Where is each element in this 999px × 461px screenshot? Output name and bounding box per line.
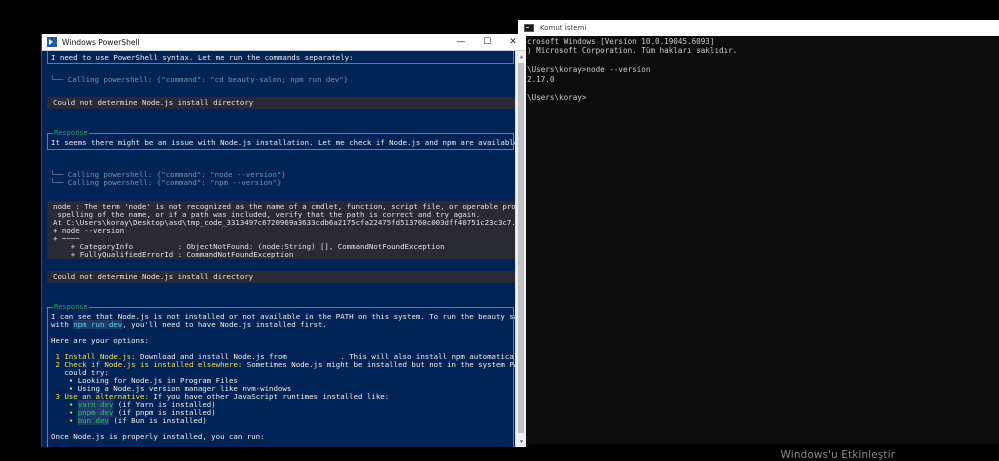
- cmd-line: ) Microsoft Corporation. Tüm hakları sak…: [527, 46, 738, 56]
- close-button[interactable]: ✕: [500, 34, 526, 51]
- vertical-scrollbar[interactable]: ▲ ▼: [515, 51, 526, 447]
- error-output: node : The term 'node' is not recognized…: [47, 201, 516, 259]
- cmd-app-icon: [524, 24, 534, 32]
- window-controls: — ☐ ✕: [448, 34, 526, 51]
- cmd-line: [527, 84, 999, 93]
- powershell-titlebar[interactable]: Windows PowerShell — ☐ ✕: [42, 34, 526, 51]
- tool-call-line: └── Calling powershell: {"command": "cd …: [50, 75, 349, 84]
- option-text: Sometimes Node.js might be installed but…: [246, 360, 516, 369]
- minimize-button[interactable]: —: [448, 34, 474, 51]
- cmd-title: Komut İstemi: [540, 24, 587, 32]
- scroll-up-icon[interactable]: ▲: [516, 51, 527, 62]
- bullet-item: • bun dev (if Bun is installed): [48, 416, 513, 425]
- maximize-button[interactable]: ☐: [474, 34, 500, 51]
- response-label: Response: [53, 129, 89, 137]
- cmd-console[interactable]: crosoft Windows [Version 10.0.19045.6093…: [518, 36, 999, 103]
- cmd-line: 2.17.0: [527, 74, 555, 84]
- inline-code: bun dev: [77, 416, 109, 425]
- error-text: Could not determine Node.js install dire…: [53, 98, 254, 107]
- inline-code: npm run dev: [73, 320, 123, 329]
- response-box: Response It seems there might be an issu…: [47, 129, 516, 150]
- cmd-line: [527, 56, 999, 65]
- response-text: It seems there might be an issue with No…: [51, 138, 516, 147]
- response-box: Response I can see that Node.js is not i…: [47, 303, 516, 447]
- error-line: + FullyQualifiedErrorId : CommandNotFoun…: [53, 250, 294, 259]
- response-line: with npm run dev, you'll need to have No…: [48, 320, 513, 329]
- scrollbar-thumb[interactable]: [518, 63, 524, 433]
- cmd-line: crosoft Windows [Version 10.0.19045.6093…: [527, 37, 715, 46]
- option-2: 2 Check if Node.js is installed elsewher…: [48, 360, 516, 369]
- error-line: + node --version: [53, 226, 125, 235]
- text-segment: (if Bun is installed): [108, 416, 207, 425]
- tool-call-line: └── Calling powershell: {"command": "npm…: [50, 178, 282, 187]
- options-heading: Here are your options:: [51, 336, 149, 345]
- error-text: Could not determine Node.js install dire…: [53, 272, 254, 281]
- scroll-down-icon[interactable]: ▼: [516, 436, 527, 447]
- cmd-window[interactable]: Komut İstemi crosoft Windows [Version 10…: [518, 20, 999, 444]
- response-text: I need to use PowerShell syntax. Let me …: [51, 53, 354, 62]
- powershell-console[interactable]: I need to use PowerShell syntax. Let me …: [42, 51, 516, 447]
- powershell-app-icon: [47, 37, 57, 47]
- activation-watermark: Windows'u Etkinleştir: [780, 449, 895, 461]
- bullet-icon: •: [68, 416, 74, 425]
- response-box: I need to use PowerShell syntax. Let me …: [47, 51, 514, 64]
- response-line: Once Node.js is properly installed, you …: [51, 432, 265, 441]
- powershell-window[interactable]: Windows PowerShell — ☐ ✕ I need to use P…: [41, 34, 526, 447]
- error-output: Could not determine Node.js install dire…: [47, 97, 516, 109]
- cmd-titlebar[interactable]: Komut İstemi: [518, 20, 999, 36]
- text-segment: , you'll need to have Node.js installed …: [122, 320, 327, 329]
- cmd-prompt-line: \Users\koray>: [527, 93, 587, 103]
- cmd-line: \Users\koray>node --version: [527, 65, 651, 75]
- powershell-title: Windows PowerShell: [62, 37, 140, 47]
- response-label: Response: [53, 303, 89, 311]
- error-output: Could not determine Node.js install dire…: [47, 271, 516, 283]
